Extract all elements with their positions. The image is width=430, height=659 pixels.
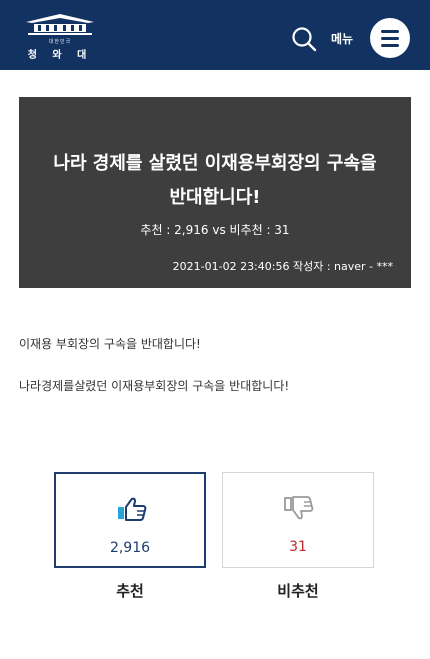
site-header: 대한민국 청 와 대 메뉴 <box>0 0 430 70</box>
blue-house-logo[interactable]: 대한민국 청 와 대 <box>20 12 100 61</box>
not-recommend-count: 31 <box>289 539 307 555</box>
menu-label[interactable]: 메뉴 <box>331 30 353 47</box>
logo-text: 청 와 대 <box>27 50 93 61</box>
petition-title: 나라 경제를 살렸던 이재용부회장의 구속을 반대합니다! <box>29 147 401 215</box>
logo-subtext: 대한민국 <box>48 39 72 45</box>
hamburger-menu-icon <box>381 30 399 33</box>
blue-house-roof-icon <box>26 14 94 35</box>
thumbs-down-icon <box>284 496 314 520</box>
thumbs-up-icon <box>118 497 147 521</box>
petition-banner: 나라 경제를 살렸던 이재용부회장의 구속을 반대합니다! 추천 : 2,916… <box>19 97 411 288</box>
hamburger-menu-icon <box>381 37 399 40</box>
hamburger-menu-icon <box>381 44 399 47</box>
search-icon <box>292 27 317 52</box>
recommend-count: 2,916 <box>109 540 151 556</box>
body-line-1: 이재용 부회장의 구속을 반대합니다! <box>19 337 201 351</box>
petition-title-line2: 반대합니다! <box>169 187 261 208</box>
body-line-2: 나라경제를살렸던 이재용부회장의 구속을 반대합니다! <box>19 379 290 393</box>
vote-summary: 추천 : 2,916 vs 비추천 : 31 <box>140 223 290 237</box>
recommend-button[interactable]: 2,916 <box>54 472 206 568</box>
not-recommend-button[interactable]: 31 <box>222 472 374 568</box>
search-button[interactable] <box>291 26 317 52</box>
not-recommend-label: 비추천 <box>277 582 319 600</box>
recommend-label: 추천 <box>116 582 144 600</box>
petition-title-line1: 나라 경제를 살렸던 이재용부회장의 구속을 <box>53 153 377 174</box>
post-meta: 2021-01-02 23:40:56 작성자 : naver - *** <box>172 260 393 273</box>
hamburger-menu-button[interactable] <box>370 18 410 58</box>
